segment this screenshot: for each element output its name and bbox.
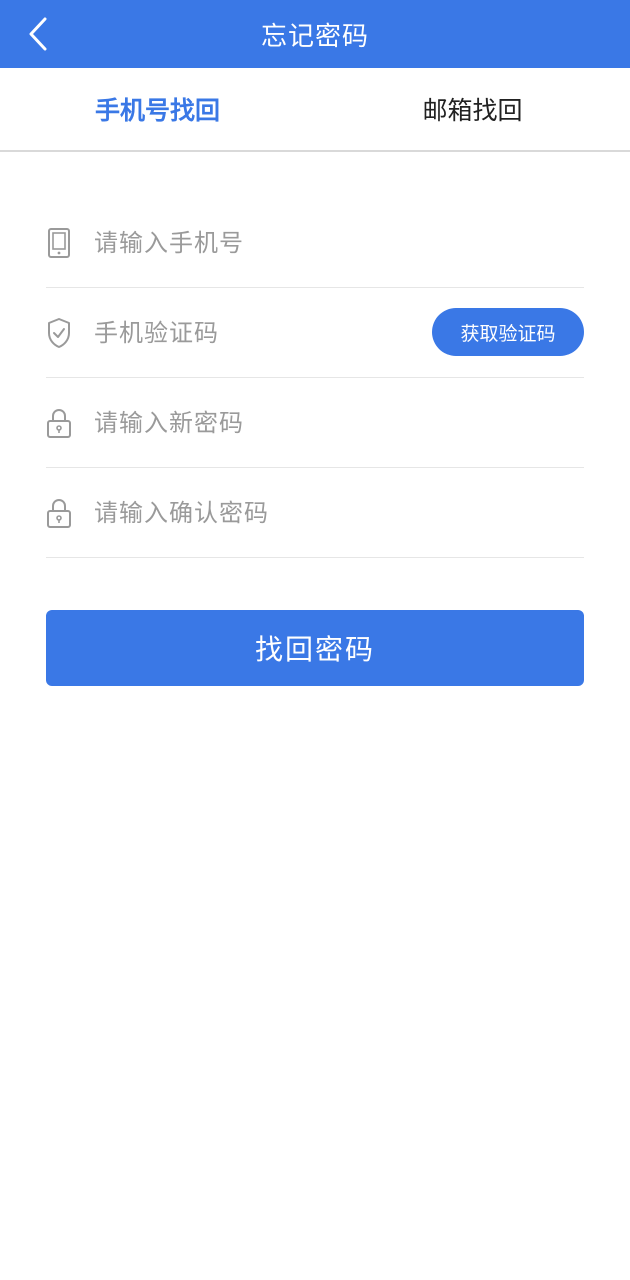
top-bar: 忘记密码 bbox=[0, 0, 630, 68]
code-row: 获取验证码 bbox=[46, 288, 584, 378]
phone-input[interactable] bbox=[94, 212, 584, 273]
get-code-button[interactable]: 获取验证码 bbox=[432, 308, 584, 356]
page-title: 忘记密码 bbox=[260, 21, 369, 52]
new-password-row bbox=[46, 378, 584, 468]
new-password-input[interactable] bbox=[94, 392, 584, 453]
tab-email-recovery[interactable]: 邮箱找回 bbox=[315, 68, 630, 150]
confirm-password-input[interactable] bbox=[94, 482, 584, 543]
shield-check-icon bbox=[46, 316, 72, 350]
recovery-form: 获取验证码 bbox=[46, 198, 584, 558]
back-button[interactable] bbox=[18, 14, 58, 54]
tab-phone-recovery[interactable]: 手机号找回 bbox=[0, 68, 315, 150]
forgot-password-screen: 忘记密码 手机号找回 邮箱找回 获取验证码 bbox=[0, 0, 630, 1280]
phone-row bbox=[46, 198, 584, 288]
recovery-method-tabs: 手机号找回 邮箱找回 bbox=[0, 68, 630, 152]
chevron-left-icon bbox=[29, 17, 47, 51]
lock-icon bbox=[46, 406, 72, 440]
lock-icon bbox=[46, 496, 72, 530]
recover-password-button[interactable]: 找回密码 bbox=[46, 610, 584, 686]
confirm-password-row bbox=[46, 468, 584, 558]
phone-icon bbox=[46, 226, 72, 260]
